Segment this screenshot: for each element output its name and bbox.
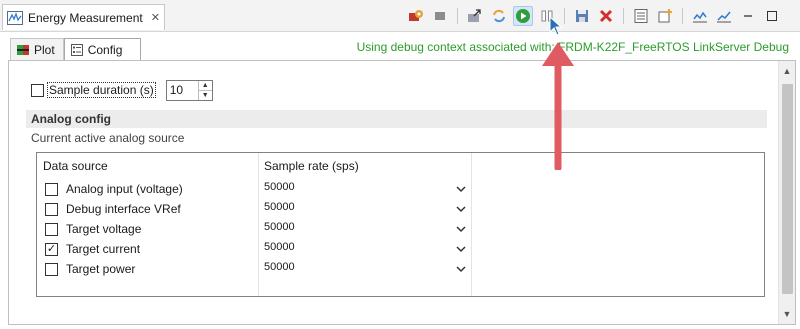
table-row: Target power 50000 [37, 259, 471, 279]
table-row: Debug interface VRef 50000 [37, 199, 471, 219]
source-label: Target power [66, 262, 136, 276]
maximize-icon[interactable] [762, 6, 782, 26]
configure-icon[interactable] [406, 6, 426, 26]
plot-icon [16, 43, 30, 57]
scrollbar-thumb[interactable] [782, 84, 793, 294]
close-icon[interactable]: ✕ [151, 11, 160, 24]
delete-icon[interactable] [596, 6, 616, 26]
view-tab-bar: Energy Measurement ✕ [0, 0, 800, 32]
chart-icon[interactable] [690, 6, 710, 26]
layout-icon[interactable] [631, 6, 651, 26]
config-icon [70, 43, 84, 57]
source-checkbox[interactable] [45, 183, 58, 196]
column-header-data-source[interactable]: Data source [43, 159, 108, 173]
table-row: Analog input (voltage) 50000 [37, 179, 471, 199]
config-panel: Sample duration (s) 10 ▲ ▼ Analog config… [8, 60, 796, 325]
source-label: Analog input (voltage) [66, 182, 183, 196]
sample-duration-spinner[interactable]: 10 ▲ ▼ [165, 79, 213, 101]
energy-measurement-icon [7, 10, 23, 26]
table-row: Target voltage 50000 [37, 219, 471, 239]
tab-plot[interactable]: Plot [10, 38, 64, 60]
sample-duration-value[interactable]: 10 [167, 81, 198, 100]
analog-config-description: Current active analog source [31, 131, 185, 145]
sample-rate-value[interactable]: 50000 [264, 241, 295, 253]
scroll-down-icon[interactable]: ▼ [779, 306, 795, 322]
run-icon[interactable] [513, 6, 533, 26]
column-divider [471, 153, 472, 296]
chevron-down-icon[interactable] [455, 242, 467, 256]
source-label: Target voltage [66, 222, 142, 236]
annotation-arrow-icon [542, 42, 574, 170]
spinner-up-icon[interactable]: ▲ [199, 81, 212, 90]
chevron-down-icon[interactable] [455, 202, 467, 216]
toolbar-separator [457, 8, 458, 24]
chart-line-icon[interactable] [714, 6, 734, 26]
energy-measurement-tab[interactable]: Energy Measurement ✕ [2, 4, 165, 30]
column-header-sample-rate[interactable]: Sample rate (sps) [264, 159, 359, 173]
sample-duration-checkbox[interactable] [31, 83, 44, 97]
minimize-icon[interactable] [738, 6, 758, 26]
view-toolbar [406, 6, 782, 26]
mouse-cursor-icon [549, 16, 562, 36]
chevron-down-icon[interactable] [455, 222, 467, 236]
stop-icon[interactable] [430, 6, 450, 26]
sample-rate-value[interactable]: 50000 [264, 261, 295, 273]
scroll-up-icon[interactable]: ▲ [779, 63, 795, 79]
refresh-icon[interactable] [489, 6, 509, 26]
toolbar-separator [623, 8, 624, 24]
chevron-down-icon[interactable] [455, 262, 467, 276]
export-icon[interactable] [465, 6, 485, 26]
table-row: ✓ Target current 50000 [37, 239, 471, 259]
sample-duration-label: Sample duration (s) [47, 82, 156, 98]
source-label: Debug interface VRef [66, 202, 181, 216]
vertical-scrollbar[interactable]: ▲ ▼ [778, 61, 795, 324]
data-source-table: Data source Sample rate (sps) Analog inp… [36, 152, 765, 297]
new-icon[interactable] [655, 6, 675, 26]
save-icon[interactable] [572, 6, 592, 26]
source-checkbox[interactable] [45, 263, 58, 276]
spinner-down-icon[interactable]: ▼ [198, 89, 212, 100]
source-checkbox[interactable] [45, 223, 58, 236]
toolbar-separator [564, 8, 565, 24]
source-checkbox[interactable] [45, 203, 58, 216]
analog-config-header: Analog config [26, 110, 767, 128]
sample-rate-value[interactable]: 50000 [264, 201, 295, 213]
tab-config[interactable]: Config [63, 38, 142, 60]
source-label: Target current [66, 242, 141, 256]
tab-plot-label: Plot [34, 42, 55, 57]
toolbar-separator [682, 8, 683, 24]
chevron-down-icon[interactable] [455, 182, 467, 196]
sample-duration-row: Sample duration (s) 10 ▲ ▼ [31, 79, 213, 101]
sample-rate-value[interactable]: 50000 [264, 221, 295, 233]
tab-config-label: Config [87, 42, 123, 57]
source-checkbox-checked[interactable]: ✓ [45, 243, 58, 256]
view-tab-label: Energy Measurement [28, 10, 143, 25]
subtab-bar: Plot Config [10, 38, 142, 60]
sample-rate-value[interactable]: 50000 [264, 181, 295, 193]
